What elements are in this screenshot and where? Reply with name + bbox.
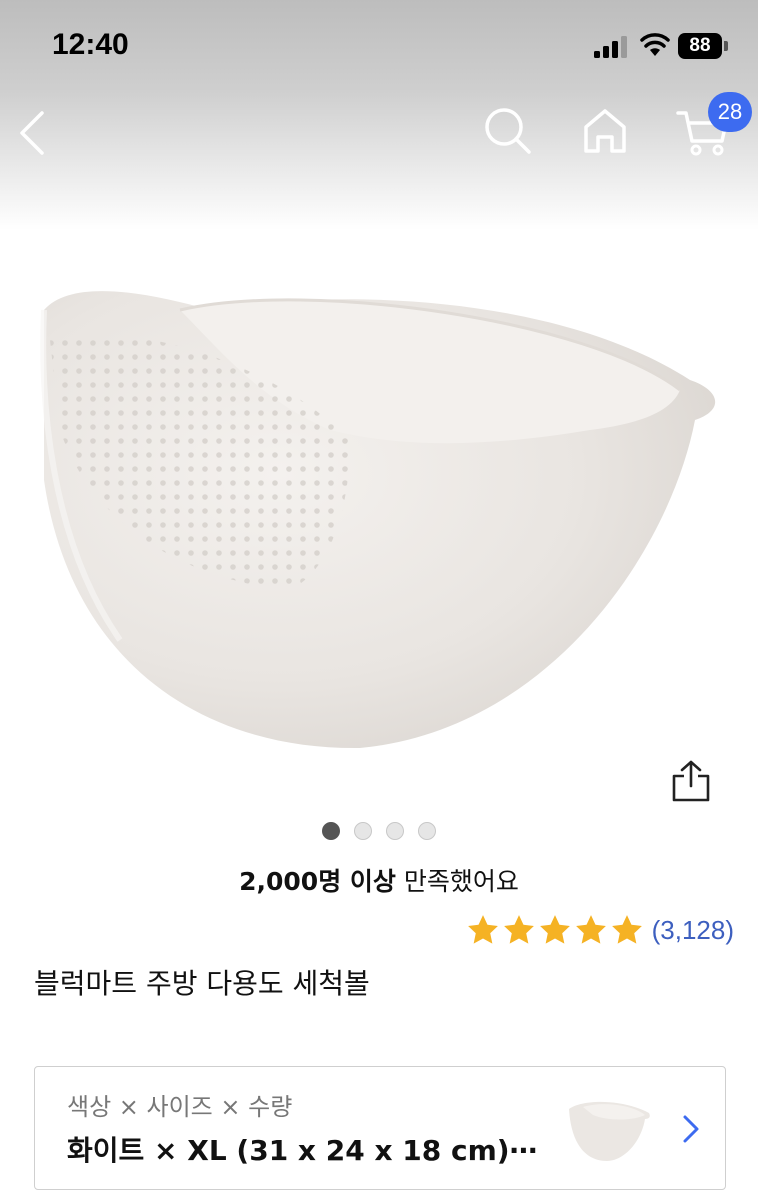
star-rating xyxy=(466,913,644,947)
carousel-indicator[interactable] xyxy=(322,822,436,840)
review-count-link[interactable]: (3,128) xyxy=(652,915,734,946)
rating-row[interactable]: (3,128) xyxy=(466,910,734,950)
option-selector[interactable]: 색상 × 사이즈 × 수량 화이트 × XL (31 x 24 x 18 cm)… xyxy=(34,1066,726,1190)
option-label: 색상 × 사이즈 × 수량 xyxy=(67,1093,293,1121)
chevron-right-icon[interactable] xyxy=(679,1111,703,1147)
satisfaction-rest: 만족했어요 xyxy=(395,867,519,896)
carousel-dot[interactable] xyxy=(354,822,372,840)
chevron-left-icon[interactable] xyxy=(14,105,54,161)
wifi-icon xyxy=(640,33,670,56)
battery-indicator: 88 xyxy=(678,33,728,59)
battery-level: 88 xyxy=(678,33,722,59)
star-icon xyxy=(503,915,534,944)
status-bar: 12:40 88 xyxy=(0,0,758,90)
carousel-dot[interactable] xyxy=(386,822,404,840)
status-time: 12:40 xyxy=(52,28,129,61)
search-icon[interactable] xyxy=(482,105,534,157)
carousel-dot[interactable] xyxy=(418,822,436,840)
battery-tip xyxy=(724,41,728,51)
option-thumbnail xyxy=(569,1101,650,1161)
satisfaction-strong: 2,000명 이상 xyxy=(239,867,396,896)
share-icon[interactable] xyxy=(668,758,714,804)
star-icon xyxy=(467,915,498,944)
product-image[interactable] xyxy=(30,280,730,760)
star-icon xyxy=(539,915,570,944)
signal-icon xyxy=(594,36,627,58)
cart-count-badge[interactable]: 28 xyxy=(708,92,752,132)
home-icon[interactable] xyxy=(578,103,632,157)
nav-bar xyxy=(0,95,758,175)
star-icon xyxy=(575,915,606,944)
carousel-dot[interactable] xyxy=(322,822,340,840)
satisfaction-text: 2,000명 이상 만족했어요 xyxy=(0,862,758,898)
star-icon xyxy=(611,915,642,944)
option-value: 화이트 × XL (31 x 24 x 18 cm)⋯ xyxy=(67,1134,537,1167)
product-title: 블럭마트 주방 다용도 세척볼 xyxy=(34,967,370,1000)
